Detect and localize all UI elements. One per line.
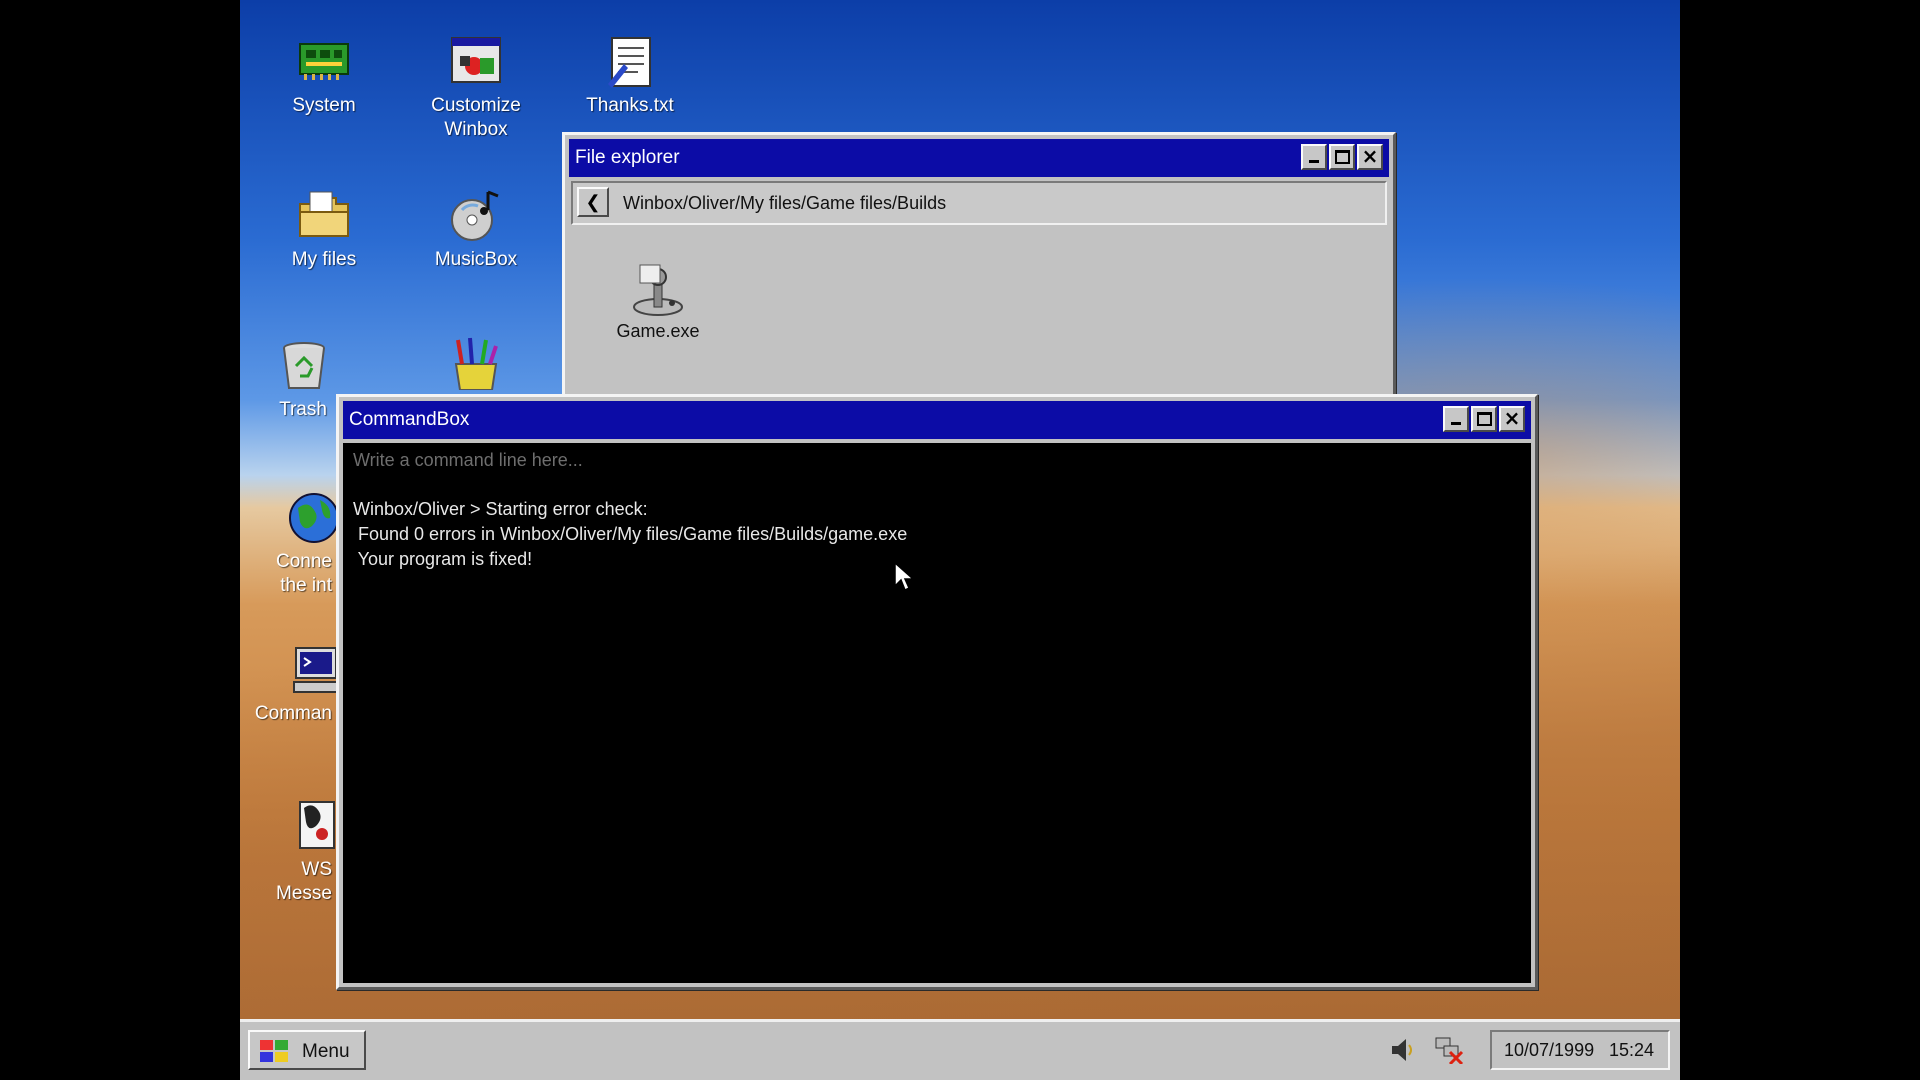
commandbox-titlebar[interactable]: CommandBox × <box>343 401 1531 439</box>
desktop-icon-command[interactable]: Comman <box>240 642 346 726</box>
desktop-icon-thanks-txt[interactable]: Thanks.txt <box>570 34 690 118</box>
desktop-icon-customize[interactable]: Customize Winbox <box>416 34 536 142</box>
network-disconnected-icon[interactable] <box>1432 1034 1464 1069</box>
maximize-button[interactable] <box>1329 144 1355 170</box>
command-input[interactable] <box>351 449 955 472</box>
trash-icon <box>276 338 332 394</box>
desktop-icon-label: WS Messe <box>276 859 332 904</box>
speaker-icon[interactable] <box>1390 1036 1416 1069</box>
desktop-icon-label: My files <box>291 249 357 270</box>
desktop: System Customize Winbox Thanks.txt My fil… <box>240 0 1680 1080</box>
date-text: 10/07/1999 <box>1504 1040 1595 1060</box>
file-item-label: Game.exe <box>616 321 700 341</box>
minimize-button[interactable] <box>1443 406 1469 432</box>
text-file-icon <box>602 34 658 90</box>
console-line: Winbox/Oliver > Starting error check: <box>353 499 648 519</box>
desktop-icon-label: Customize Winbox <box>431 95 521 140</box>
desktop-icon-label: System <box>292 95 356 116</box>
desktop-icon-my-files[interactable]: My files <box>264 188 384 272</box>
taskbar: Menu 10/07/1999 15:24 <box>240 1019 1680 1080</box>
file-explorer-titlebar[interactable]: File explorer × <box>569 139 1389 177</box>
paint-icon <box>448 334 504 391</box>
globe-icon <box>286 490 342 546</box>
desktop-icon-connect-internet[interactable]: Conne the int <box>240 490 342 598</box>
minimize-button[interactable] <box>1301 144 1327 170</box>
close-button[interactable]: × <box>1357 144 1383 170</box>
folder-icon <box>296 188 352 244</box>
desktop-icon-system[interactable]: System <box>264 34 384 118</box>
address-bar[interactable]: ❮ Winbox/Oliver/My files/Game files/Buil… <box>571 181 1387 225</box>
console-output-area[interactable]: Winbox/Oliver > Starting error check: Fo… <box>343 443 1531 983</box>
file-explorer-window[interactable]: File explorer × ❮ Winbox/Oliver/My files… <box>562 132 1396 408</box>
window-title: CommandBox <box>349 409 470 430</box>
joystick-icon <box>628 263 688 319</box>
menu-button[interactable]: Menu <box>248 1030 366 1070</box>
desktop-icon-label: Conne the int <box>276 551 332 596</box>
console-line: Your program is fixed! <box>353 549 533 569</box>
desktop-icon-label: Comman <box>254 703 332 724</box>
console-line: Found 0 errors in Winbox/Oliver/My files… <box>353 524 908 544</box>
desktop-icon-ws-messenger[interactable]: WS Messe <box>240 798 346 906</box>
desktop-icon-label: Thanks.txt <box>586 95 674 116</box>
time-text: 15:24 <box>1608 1040 1654 1060</box>
clock-tray[interactable]: 10/07/1999 15:24 <box>1490 1030 1670 1070</box>
maximize-button[interactable] <box>1471 406 1497 432</box>
address-path: Winbox/Oliver/My files/Game files/Builds <box>623 193 947 213</box>
back-arrow-icon: ❮ <box>585 192 601 212</box>
desktop-icon-label: MusicBox <box>434 249 518 270</box>
back-button[interactable]: ❮ <box>577 187 609 217</box>
musicbox-icon <box>448 188 504 244</box>
window-title: File explorer <box>575 147 680 168</box>
close-button[interactable]: × <box>1499 406 1525 432</box>
commandbox-window[interactable]: CommandBox × Winbox/Oliver > Starting er… <box>336 394 1538 990</box>
winbox-logo-icon <box>260 1040 290 1067</box>
file-item-game-exe[interactable]: Game.exe <box>603 263 713 342</box>
menu-label: Menu <box>302 1041 350 1062</box>
system-icon <box>296 34 352 90</box>
desktop-icon-paint[interactable] <box>416 334 536 394</box>
customize-icon <box>448 34 504 90</box>
desktop-icon-musicbox[interactable]: MusicBox <box>416 188 536 272</box>
mouse-cursor-icon <box>894 561 915 597</box>
